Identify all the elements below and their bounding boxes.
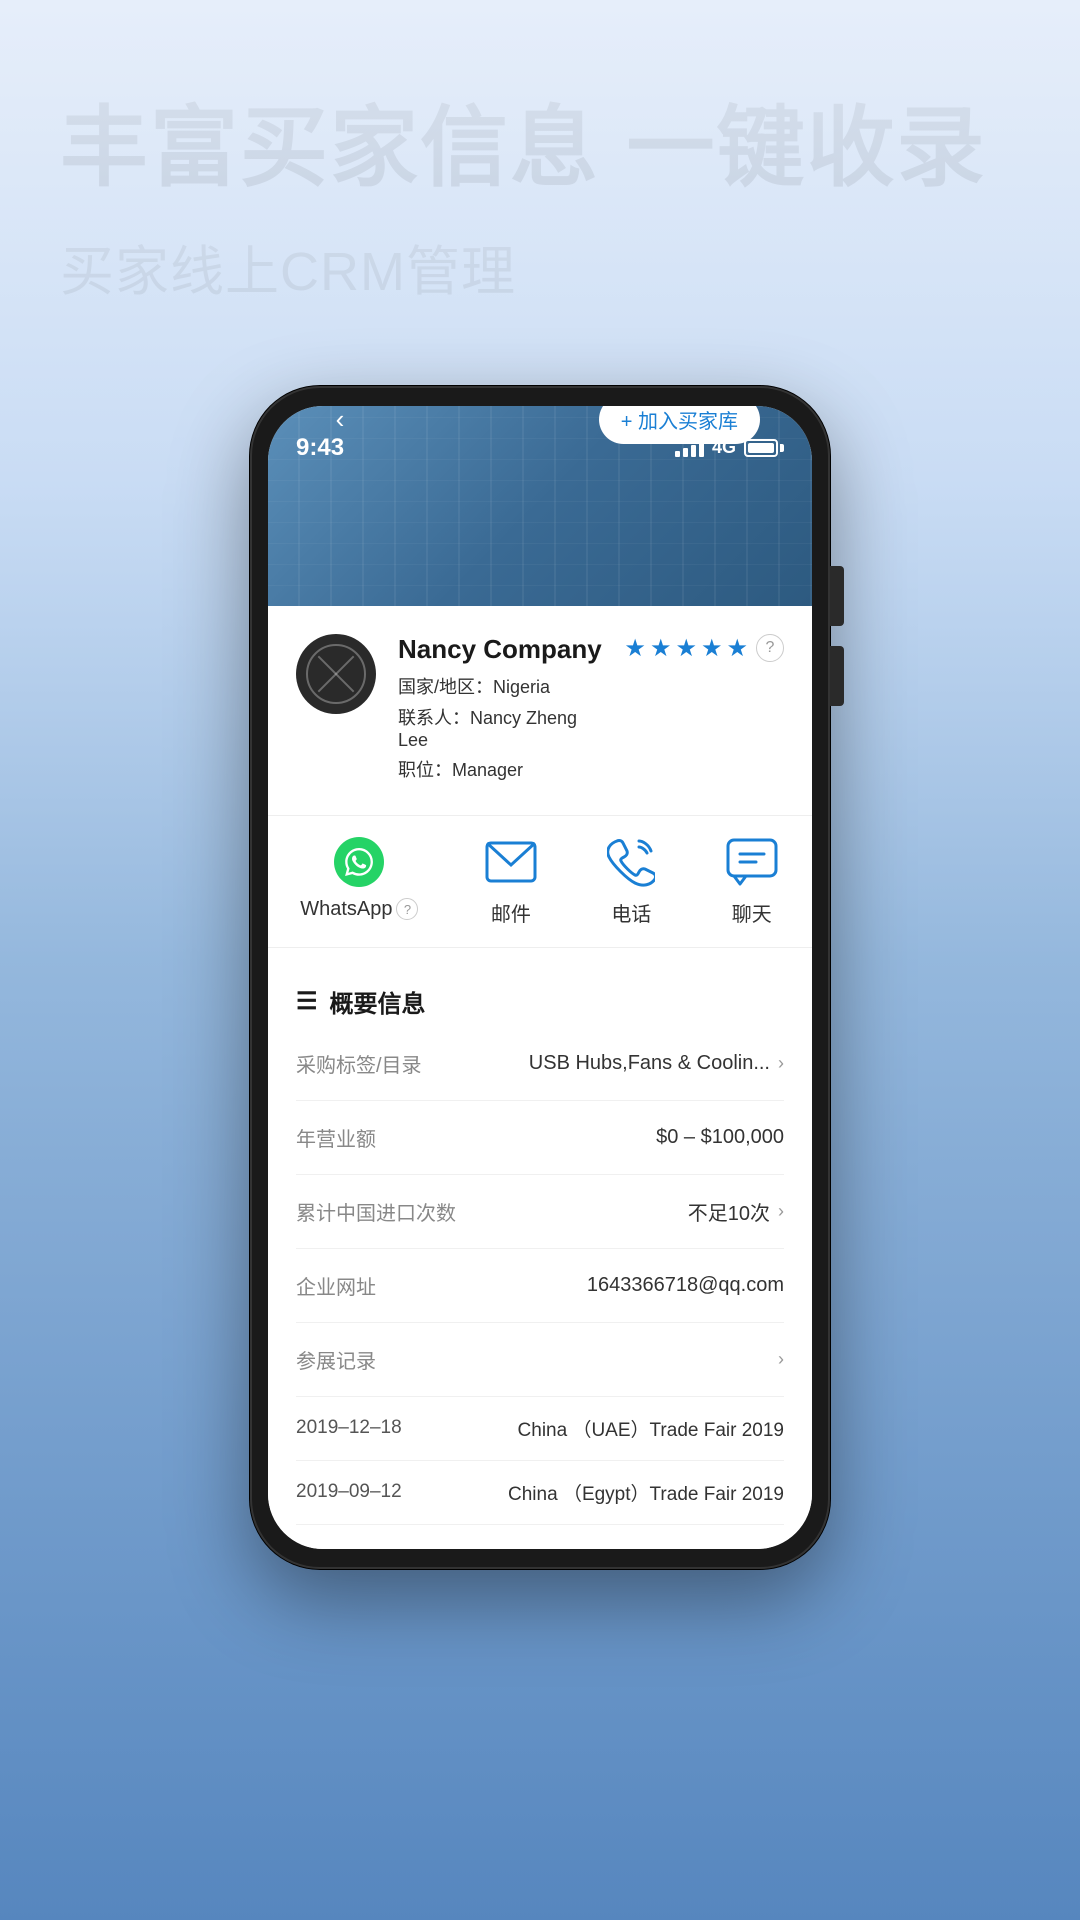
whatsapp-svg — [345, 848, 373, 876]
row-label-0: 采购标签/目录 — [296, 1049, 422, 1078]
star-5: ★ — [726, 634, 748, 663]
action-bar: WhatsApp ? 邮件 — [268, 816, 812, 948]
trade-name-0: China （UAE）Trade Fair 2019 — [518, 1415, 784, 1442]
add-buyer-button[interactable]: + 加入买家库 — [599, 406, 760, 444]
chevron-icon-2: › — [778, 1201, 784, 1222]
position-value: Manager — [452, 760, 523, 780]
avatar — [296, 634, 376, 714]
rating-help-icon[interactable]: ? — [756, 634, 784, 662]
phone-nav: ‹ + 加入买家库 — [296, 406, 784, 444]
chat-icon — [726, 838, 778, 886]
company-name: Nancy Company — [398, 634, 602, 665]
row-value-0: USB Hubs,Fans & Coolin... › — [529, 1052, 784, 1075]
overview-title: ☰ 概要信息 — [296, 984, 784, 1019]
whatsapp-label: WhatsApp — [300, 898, 392, 921]
row-label-1: 年营业额 — [296, 1123, 376, 1152]
company-contact: 联系人：Nancy Zheng Lee — [398, 704, 602, 751]
row-label-3: 企业网址 — [296, 1271, 376, 1300]
trade-name-1: China （Egypt）Trade Fair 2019 — [508, 1479, 784, 1506]
overview-section: ☰ 概要信息 采购标签/目录 USB Hubs,Fans & Coolin...… — [268, 960, 812, 1549]
back-button[interactable]: ‹ — [320, 406, 360, 440]
chevron-icon-4: › — [778, 1349, 784, 1370]
chat-icon-wrap — [724, 836, 780, 888]
trade-row-0: 2019–12–18 China （UAE）Trade Fair 2019 — [296, 1397, 784, 1461]
overview-row-1: 年营业额 $0 – $100,000 — [296, 1101, 784, 1175]
star-2: ★ — [650, 634, 672, 663]
volume-down-button[interactable] — [830, 646, 844, 706]
signal-bar-2 — [683, 448, 688, 457]
position-label: 职位： — [398, 760, 452, 780]
overview-row-3: 企业网址 1643366718@qq.com — [296, 1249, 784, 1323]
trade-date-0: 2019–12–18 — [296, 1417, 402, 1439]
whatsapp-help-icon[interactable]: ? — [396, 898, 418, 920]
star-3: ★ — [675, 634, 697, 663]
phone-label: 电话 — [611, 898, 651, 927]
star-1: ★ — [624, 634, 646, 663]
row-value-1: $0 – $100,000 — [656, 1126, 784, 1149]
email-icon — [485, 841, 537, 883]
row-value-2: 不足10次 › — [688, 1197, 784, 1226]
star-rating: ★ ★ ★ ★ ★ — [624, 634, 748, 663]
overview-row-2[interactable]: 累计中国进口次数 不足10次 › — [296, 1175, 784, 1249]
company-card: Nancy Company 国家/地区：Nigeria 联系人：Nancy Zh… — [268, 606, 812, 816]
whatsapp-label-wrap: WhatsApp ? — [300, 898, 418, 921]
volume-up-button[interactable] — [830, 566, 844, 626]
overview-row-0[interactable]: 采购标签/目录 USB Hubs,Fans & Coolin... › — [296, 1027, 784, 1101]
signal-bar-3 — [691, 445, 696, 457]
row-value-4: › — [778, 1349, 784, 1370]
row-label-2: 累计中国进口次数 — [296, 1197, 456, 1226]
add-buyer-label: + 加入买家库 — [621, 406, 738, 434]
signal-bar-1 — [675, 451, 680, 457]
whatsapp-icon-wrap — [331, 836, 387, 888]
company-country: 国家/地区：Nigeria — [398, 673, 602, 699]
row-value-3: 1643366718@qq.com — [587, 1274, 784, 1297]
trade-date-1: 2019–09–12 — [296, 1481, 402, 1503]
country-label: 国家/地区： — [398, 677, 493, 697]
company-info: Nancy Company 国家/地区：Nigeria 联系人：Nancy Zh… — [398, 634, 602, 787]
overview-row-4[interactable]: 参展记录 › — [296, 1323, 784, 1397]
chat-label: 聊天 — [732, 898, 772, 927]
star-4: ★ — [701, 634, 723, 663]
action-chat[interactable]: 聊天 — [724, 836, 780, 927]
company-position: 职位：Manager — [398, 756, 602, 782]
trade-row-1: 2019–09–12 China （Egypt）Trade Fair 2019 — [296, 1461, 784, 1525]
overview-icon: ☰ — [296, 987, 318, 1016]
rating-area: ★ ★ ★ ★ ★ ? — [624, 634, 784, 663]
phone-mockup: 9:43 4G — [250, 386, 830, 1569]
email-icon-wrap — [483, 836, 539, 888]
row-label-4: 参展记录 — [296, 1345, 376, 1374]
overview-title-text: 概要信息 — [330, 984, 426, 1019]
whatsapp-icon — [334, 837, 384, 887]
action-whatsapp[interactable]: WhatsApp ? — [300, 836, 418, 927]
country-value: Nigeria — [493, 677, 550, 697]
email-label: 邮件 — [491, 898, 531, 927]
phone-icon-wrap — [603, 836, 659, 888]
chevron-icon-0: › — [778, 1053, 784, 1074]
header-image: 9:43 4G — [268, 406, 812, 606]
phone-screen: 9:43 4G — [268, 406, 812, 1549]
phone-icon — [607, 837, 655, 887]
action-email[interactable]: 邮件 — [483, 836, 539, 927]
action-phone[interactable]: 电话 — [603, 836, 659, 927]
contact-label: 联系人： — [398, 708, 470, 728]
